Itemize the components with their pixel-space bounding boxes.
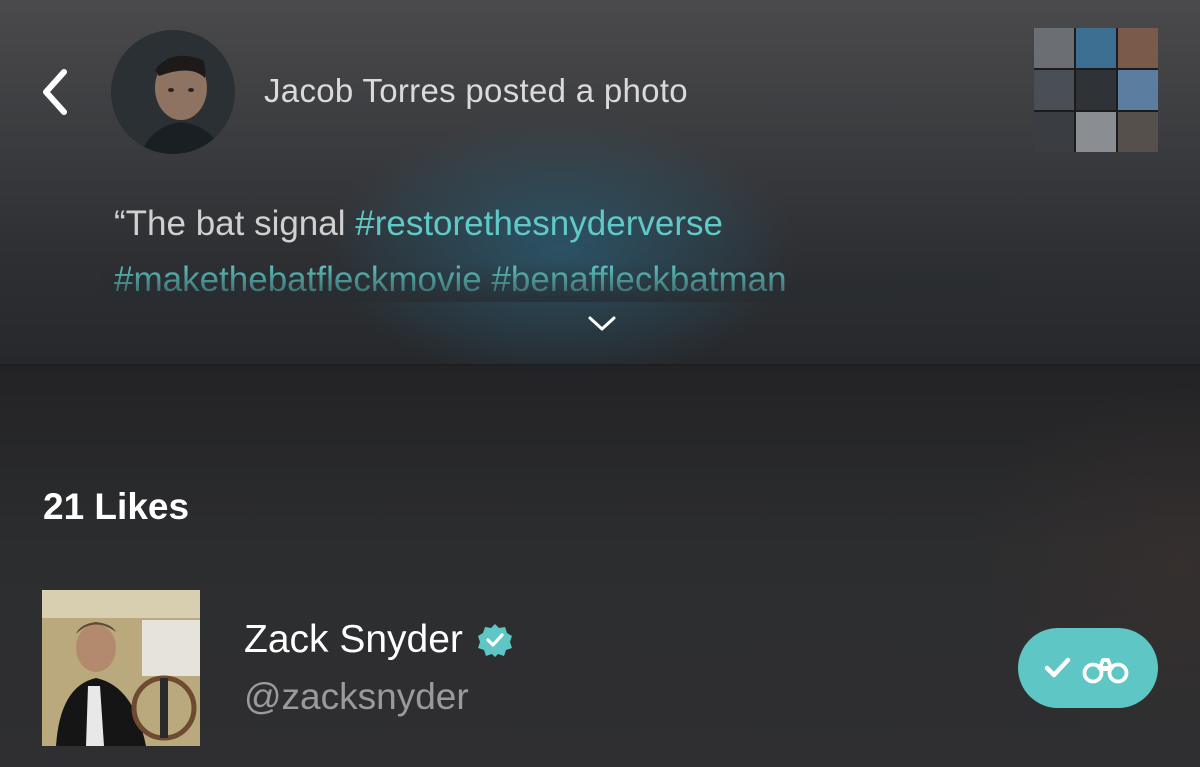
likes-count: 21 Likes bbox=[43, 486, 190, 527]
poster-avatar[interactable] bbox=[111, 30, 235, 154]
hashtag-link[interactable]: #makethebatfleckmovie bbox=[114, 260, 482, 299]
check-binoculars-icon bbox=[1044, 657, 1129, 684]
user-handle: @zacksnyder bbox=[244, 676, 469, 717]
back-button[interactable] bbox=[36, 62, 80, 122]
photo-thumbnail[interactable] bbox=[1034, 28, 1158, 152]
user-name-text: Zack Snyder bbox=[244, 618, 463, 661]
post-title: Jacob Torres posted a photo bbox=[264, 72, 688, 109]
user-name[interactable]: Zack Snyder bbox=[244, 618, 513, 662]
following-toggle-button[interactable] bbox=[1018, 628, 1158, 708]
caption-line-2: #makethebatfleckmovie #benaffleckbatman bbox=[114, 252, 1014, 308]
liker-row[interactable]: Zack Snyder @zacksnyder bbox=[0, 588, 1200, 748]
post-header: Jacob Torres posted a photo “The bat sig… bbox=[0, 0, 1200, 366]
user-avatar[interactable] bbox=[42, 590, 200, 746]
caption-line-1: “The bat signal #restorethesnyderverse bbox=[114, 196, 1014, 252]
expand-caption-button[interactable] bbox=[584, 312, 620, 336]
verified-badge-icon bbox=[477, 622, 513, 658]
likes-section: 21 Likes Zack Snyder @zacksnyder bbox=[0, 366, 1200, 767]
caption-text: “The bat signal bbox=[114, 204, 356, 243]
hashtag-link[interactable]: #benaffleckbatman bbox=[491, 260, 786, 299]
post-caption: “The bat signal #restorethesnyderverse #… bbox=[114, 196, 1014, 308]
hashtag-link[interactable]: #restorethesnyderverse bbox=[355, 204, 723, 243]
chevron-down-icon bbox=[588, 316, 616, 331]
chevron-left-icon bbox=[43, 69, 67, 115]
